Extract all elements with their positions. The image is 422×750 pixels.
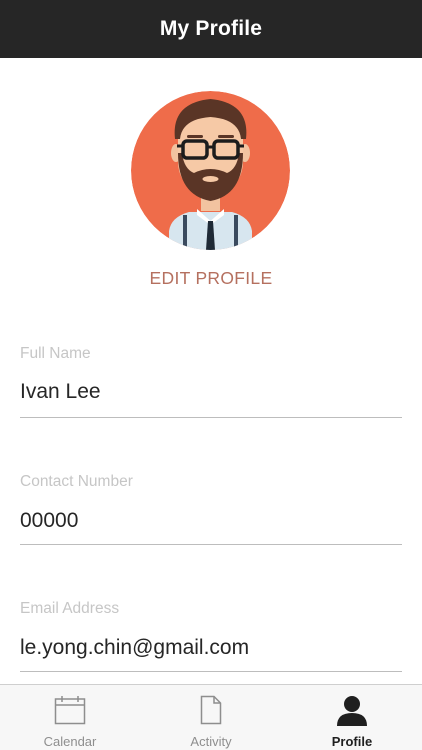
bearded-man-avatar-icon (131, 91, 290, 250)
person-icon (336, 695, 368, 732)
full-name-field: Full Name Ivan Lee (20, 345, 402, 420)
email-field: Email Address le.yong.chin@gmail.com (20, 600, 402, 675)
divider (20, 417, 402, 418)
page-title: My Profile (159, 17, 263, 40)
tab-calendar-label: Calendar (43, 734, 97, 749)
tab-bar: Calendar Activity Profile (0, 684, 422, 750)
tab-profile-label: Profile (331, 734, 373, 749)
document-icon (200, 695, 222, 730)
contact-number-input[interactable]: 00000 (20, 509, 402, 533)
tab-calendar[interactable]: Calendar (0, 685, 140, 750)
full-name-label: Full Name (20, 345, 91, 362)
email-input[interactable]: le.yong.chin@gmail.com (20, 636, 402, 660)
divider (20, 671, 402, 672)
contact-number-label: Contact Number (20, 473, 133, 490)
tab-activity[interactable]: Activity (141, 685, 281, 750)
divider (20, 544, 402, 545)
edit-profile-link[interactable]: EDIT PROFILE (0, 268, 422, 289)
tab-profile[interactable]: Profile (282, 685, 422, 750)
nav-bar: My Profile (0, 0, 422, 58)
email-label: Email Address (20, 600, 120, 617)
avatar[interactable] (131, 91, 290, 250)
tab-activity-label: Activity (190, 734, 232, 749)
contact-number-field: Contact Number 00000 (20, 473, 402, 548)
full-name-input[interactable]: Ivan Lee (20, 380, 402, 404)
calendar-icon (54, 695, 86, 730)
